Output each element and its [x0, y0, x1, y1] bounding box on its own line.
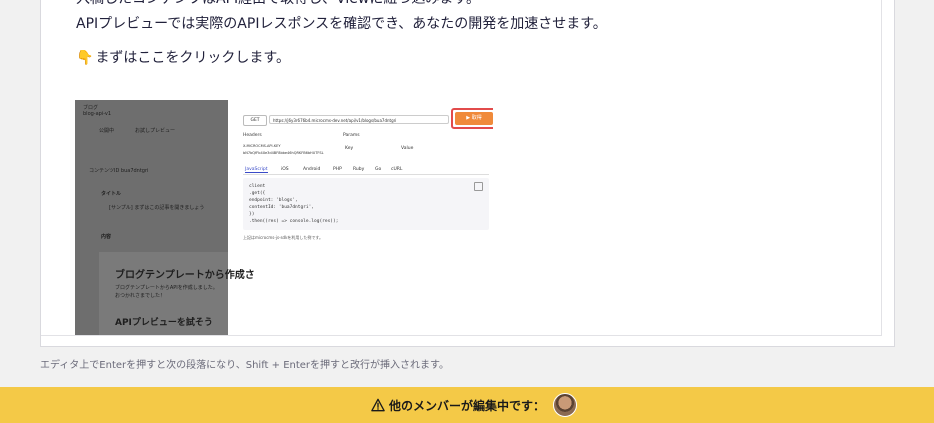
embedded-screenshot-image[interactable]: ブログ blog-api-v1 公開中 お試しプレビュー コンテンツID bua… — [75, 100, 493, 335]
code-line: contentId: 'bua7dntgri', — [249, 205, 315, 210]
screenshot-api-key-value: bN7bQfFb4Xe3d4BF8bbe46hQRKFB6bHUTFSL — [243, 151, 324, 155]
screenshot-send-button: ▶ 取得 — [455, 112, 493, 125]
screenshot-tab: iOS — [281, 167, 289, 172]
screenshot-title-value: [サンプル] まずはこの記事を開きましょう — [109, 205, 205, 211]
screenshot-app-sub: blog-api-v1 — [83, 111, 112, 117]
editor-paragraph[interactable]: 👇 まずはここをクリックします。 — [76, 47, 290, 67]
screenshot-method-select: GET — [243, 115, 267, 126]
editor-paragraph-text: まずはここをクリックします。 — [95, 50, 291, 66]
code-line: endpoint: 'blogs', — [249, 198, 298, 203]
code-line: .then((res) => console.log(res)); — [249, 219, 339, 224]
screenshot-headers-label: Headers — [243, 133, 262, 138]
screenshot-status-draft: お試しプレビュー — [135, 128, 176, 134]
warning-icon — [371, 398, 385, 412]
screenshot-status-public: 公開中 — [99, 128, 115, 134]
screenshot-value-field: Value — [401, 146, 414, 151]
screenshot-tab-javascript: JavaScript — [245, 167, 268, 173]
screenshot-editor-panel: ブログ blog-api-v1 公開中 お試しプレビュー コンテンツID bua… — [75, 100, 255, 335]
screenshot-tab: Go — [375, 167, 382, 172]
screenshot-footnote: 上記はmicrocms-js-sdkを利用した例です。 — [243, 235, 324, 240]
editor-paragraph[interactable]: APIプレビューでは実際のAPIレスポンスを確認でき、あなたの開発を加速させます… — [76, 13, 607, 33]
editor-paragraph[interactable]: 入稿したコンテンツはAPI経由で取得し、Viewに紐づ込みます。 — [76, 0, 480, 8]
screenshot-body-label: 内容 — [101, 234, 112, 240]
editing-notice-banner: 他のメンバーが編集中です： — [0, 387, 934, 423]
screenshot-content-id: コンテンツID bua7dntgri — [89, 168, 149, 174]
screenshot-api-preview-panel: GET https://j6y3r676b4.microcms-dev.net/… — [241, 106, 493, 335]
screenshot-code-block: client .get({ endpoint: 'blogs', content… — [243, 178, 489, 230]
screenshot-body-text2: おつかれさまでした！ — [115, 293, 166, 299]
pointing-down-hand-icon: 👇 — [76, 50, 94, 66]
copy-icon — [474, 182, 483, 191]
screenshot-params-label: Params — [343, 133, 360, 138]
screenshot-tab: Android — [303, 167, 321, 172]
screenshot-heading1: ブログテンプレートから作成さ — [115, 270, 255, 281]
editor-scrollbar[interactable] — [881, 0, 882, 335]
rich-text-editor[interactable]: 入稿したコンテンツはAPI経由で取得し、Viewに紐づ込みます。 APIプレビュ… — [40, 0, 895, 347]
screenshot-heading2: APIプレビューを試そう — [115, 318, 213, 328]
screenshot-url-field: https://j6y3r676b4.microcms-dev.net/api/… — [269, 115, 449, 124]
editing-notice-text: 他のメンバーが編集中です： — [389, 398, 546, 413]
screenshot-tabs-divider — [243, 174, 489, 175]
code-line: }) — [249, 212, 255, 217]
screenshot-title-label: タイトル — [101, 191, 122, 197]
screenshot-tab: cURL — [391, 167, 403, 172]
screenshot-key-field: Key — [345, 146, 354, 151]
code-line: client — [249, 184, 266, 189]
screenshot-body-text1: ブログテンプレートからAPIを作成しました。 — [115, 285, 218, 291]
code-line: .get({ — [249, 191, 266, 196]
avatar[interactable] — [553, 393, 578, 417]
screenshot-tab: Ruby — [353, 167, 365, 172]
editor-hint-text: エディタ上でEnterを押すと次の段落になり、Shift + Enterを押すと… — [40, 360, 450, 371]
screenshot-tab: PHP — [333, 167, 342, 172]
editor-divider — [41, 335, 882, 336]
screenshot-app-title: ブログ — [83, 105, 99, 111]
screenshot-api-key-label: X-MICROCMS-API-KEY — [243, 144, 281, 148]
